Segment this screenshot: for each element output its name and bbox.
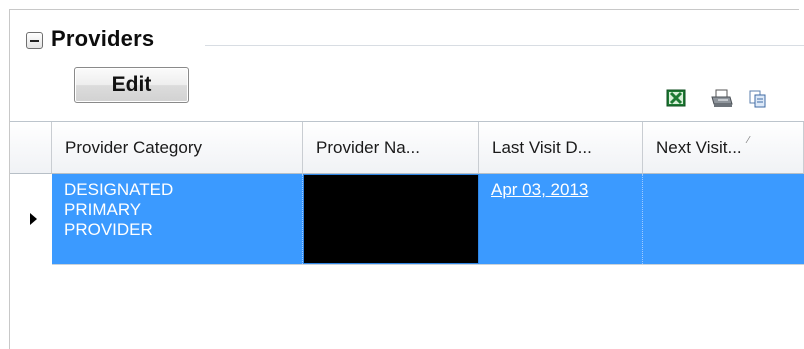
column-header-last-visit-date[interactable]: Last Visit D... bbox=[479, 122, 643, 174]
row-selector[interactable] bbox=[10, 174, 53, 264]
cell-last-visit-date[interactable]: Apr 03, 2013 bbox=[479, 174, 643, 264]
column-header-provider-category[interactable]: Provider Category bbox=[52, 122, 303, 174]
cell-text-line: PROVIDER bbox=[64, 220, 153, 239]
current-row-arrow-icon bbox=[29, 213, 37, 225]
column-header-label: Provider Category bbox=[65, 137, 203, 157]
providers-grid: Provider Category Provider Na... Last Vi… bbox=[10, 121, 804, 348]
column-header-next-visit-date[interactable]: Next Visit... ⁄ bbox=[643, 122, 804, 174]
group-header-rule bbox=[205, 45, 804, 46]
column-header-label: Next Visit... bbox=[656, 137, 742, 157]
sort-indicator-icon: ⁄ bbox=[747, 135, 750, 146]
edit-button[interactable]: Edit bbox=[74, 67, 189, 103]
column-header-provider-name[interactable]: Provider Na... bbox=[303, 122, 479, 174]
cell-next-visit-date[interactable] bbox=[643, 174, 804, 264]
excel-export-icon[interactable] bbox=[666, 89, 686, 107]
print-icon[interactable] bbox=[710, 89, 733, 107]
copy-icon[interactable] bbox=[748, 89, 768, 108]
cell-provider-name-redacted[interactable] bbox=[303, 174, 479, 264]
cell-text-line: DESIGNATED bbox=[64, 180, 174, 199]
collapse-group-button[interactable] bbox=[26, 32, 43, 49]
minus-icon bbox=[30, 39, 39, 42]
column-header-label: Provider Na... bbox=[316, 137, 420, 157]
cell-provider-category[interactable]: DESIGNATED PRIMARY PROVIDER bbox=[52, 174, 303, 264]
last-visit-date-link[interactable]: Apr 03, 2013 bbox=[491, 180, 588, 199]
group-title: Providers bbox=[51, 26, 155, 51]
row-divider bbox=[52, 264, 804, 265]
column-header-label: Last Visit D... bbox=[492, 137, 592, 157]
cell-text-line: PRIMARY bbox=[64, 200, 142, 219]
row-selector-header bbox=[10, 122, 52, 174]
